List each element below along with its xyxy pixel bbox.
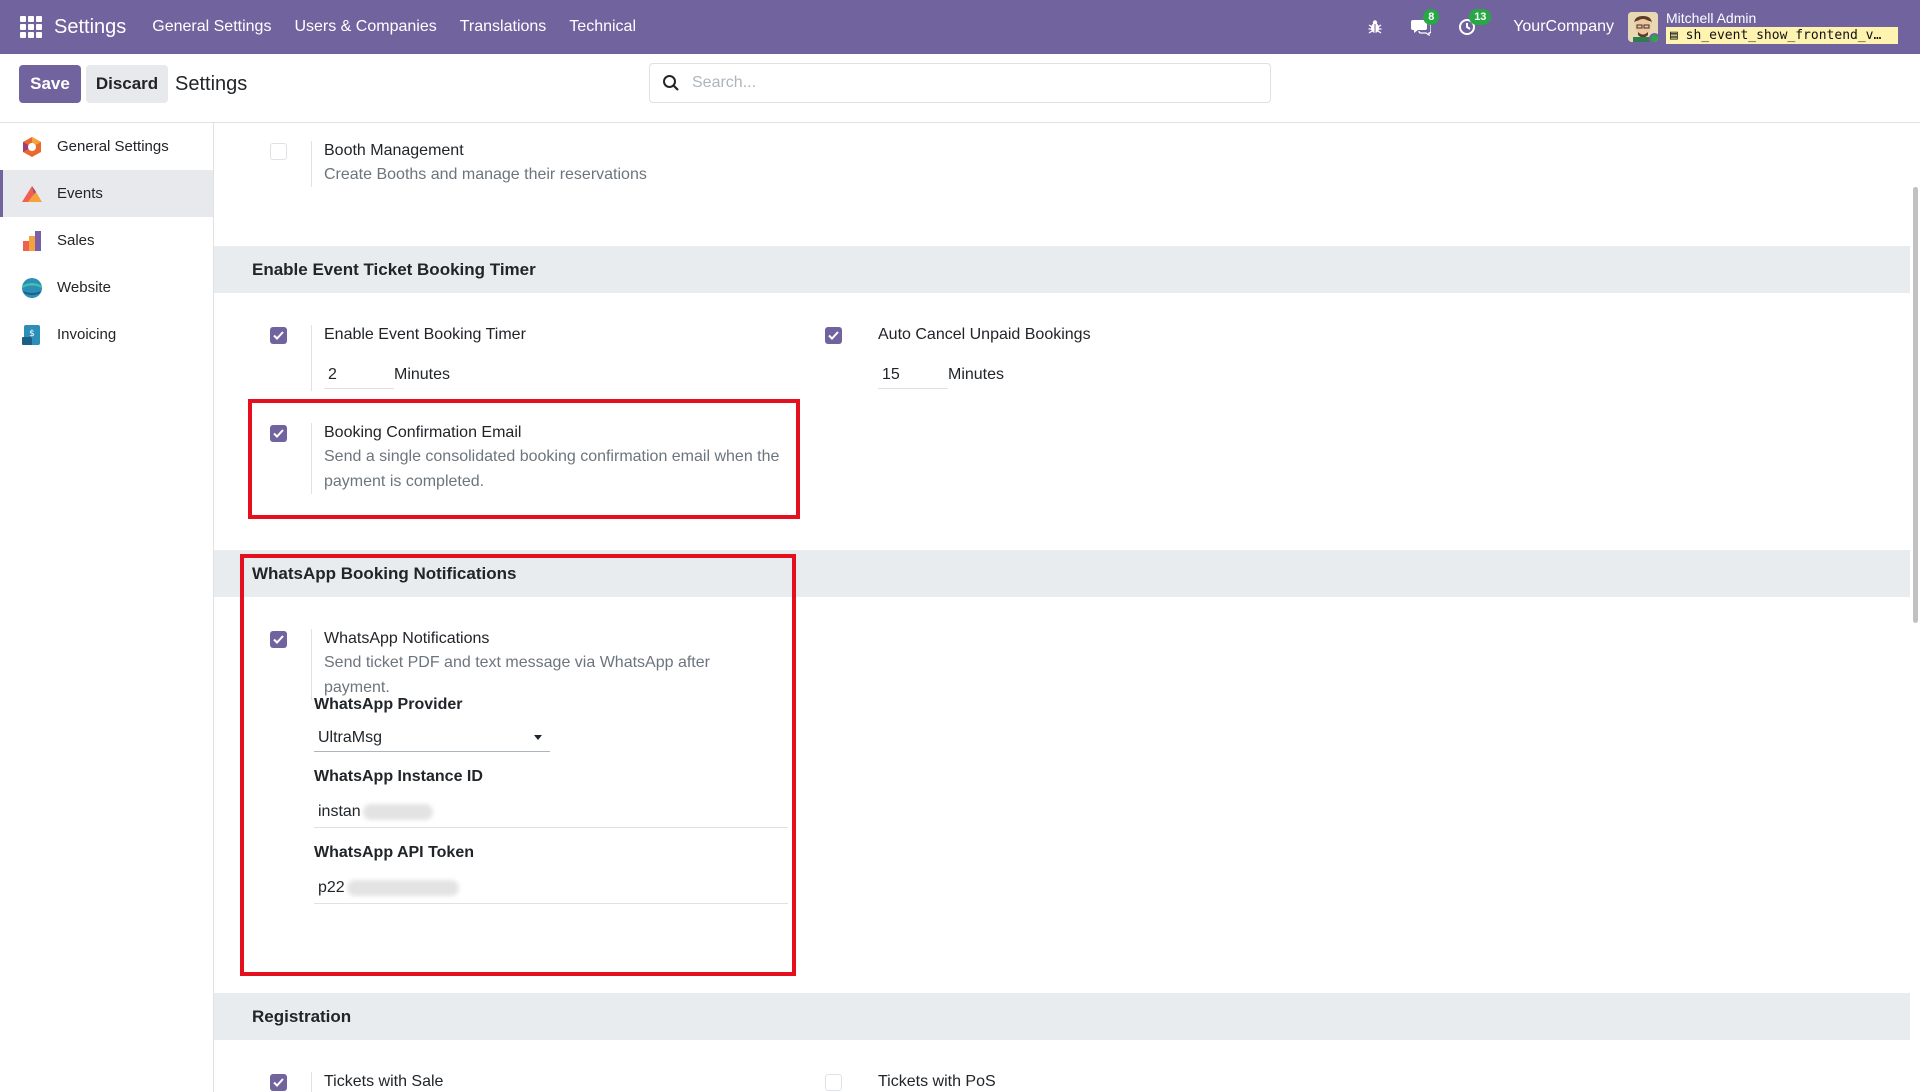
sidebar-item-sales[interactable]: Sales [0, 217, 213, 264]
auto-cancel-label: Auto Cancel Unpaid Bookings [878, 326, 1091, 343]
search-icon [663, 75, 679, 91]
section-header-booking-timer: Enable Event Ticket Booking Timer [214, 246, 1910, 293]
booking-timer-checkbox[interactable] [270, 327, 287, 344]
systray: 8 13 YourCompany Mitchell Admin ▤ sh_eve… [1341, 0, 1920, 54]
tickets-sale-checkbox[interactable] [270, 1074, 287, 1091]
setting-auto-cancel: Auto Cancel Unpaid Bookings Minutes [825, 325, 1091, 391]
booking-timer-unit: Minutes [394, 366, 451, 383]
messages-icon[interactable]: 8 [1409, 9, 1440, 39]
sidebar-item-label: General Settings [57, 138, 169, 155]
auto-cancel-unit: Minutes [948, 366, 1005, 383]
setting-tickets-sale: Tickets with Sale [270, 1072, 443, 1092]
control-panel: Save Discard Settings [0, 54, 1920, 123]
company-switcher[interactable]: YourCompany [1513, 18, 1614, 36]
menu-technical[interactable]: Technical [569, 18, 636, 36]
sidebar-item-label: Events [57, 185, 103, 202]
setting-booking-timer: Enable Event Booking Timer Minutes [270, 325, 526, 391]
tickets-pos-label: Tickets with PoS [878, 1073, 996, 1090]
settings-content: Booth Management Create Booths and manag… [214, 123, 1910, 1092]
booking-timer-label: Enable Event Booking Timer [324, 326, 526, 343]
user-menu[interactable]: Mitchell Admin ▤ sh_event_show_frontend_… [1666, 9, 1898, 44]
activities-clock-icon[interactable]: 13 [1455, 9, 1492, 39]
booth-management-checkbox[interactable] [270, 143, 287, 160]
booth-management-desc: Create Booths and manage their reservati… [324, 166, 647, 183]
odoo-icon [23, 136, 41, 157]
check-icon [828, 331, 839, 340]
sidebar-item-website[interactable]: Website [0, 264, 213, 311]
search-bar[interactable] [649, 63, 1271, 103]
database-icon: ▤ [1670, 27, 1686, 43]
sidebar-item-events[interactable]: Events [0, 170, 213, 217]
debug-bug-icon[interactable] [1363, 15, 1387, 39]
highlight-box-whatsapp [240, 554, 796, 976]
website-icon [22, 277, 42, 298]
discard-button[interactable]: Discard [86, 65, 168, 103]
setting-tickets-pos: Tickets with PoS [825, 1072, 996, 1092]
page-title: Settings [175, 73, 248, 95]
tickets-sale-label: Tickets with Sale [324, 1073, 444, 1090]
booth-management-label: Booth Management [324, 142, 464, 159]
save-button[interactable]: Save [19, 65, 81, 103]
sidebar-item-label: Website [57, 279, 111, 296]
svg-text:$: $ [29, 329, 35, 339]
sidebar-item-label: Sales [57, 232, 95, 249]
highlight-box-confirmation [248, 399, 800, 519]
top-navbar: Settings General Settings Users & Compan… [0, 0, 1920, 54]
menu-general-settings[interactable]: General Settings [152, 18, 271, 36]
main-menu: General Settings Users & Companies Trans… [152, 18, 636, 36]
apps-menu-icon[interactable] [20, 16, 42, 38]
booking-timer-minutes-input[interactable] [324, 361, 394, 389]
auto-cancel-checkbox[interactable] [825, 327, 842, 344]
scrollbar-thumb[interactable] [1913, 187, 1918, 623]
section-header-registration: Registration [214, 993, 1910, 1040]
menu-users-companies[interactable]: Users & Companies [294, 18, 436, 36]
check-icon [273, 1078, 284, 1087]
messages-count-badge: 8 [1423, 9, 1440, 25]
sales-icon [23, 230, 41, 251]
sidebar-item-invoicing[interactable]: $ Invoicing [0, 311, 213, 358]
activities-count-badge: 13 [1469, 9, 1492, 25]
auto-cancel-minutes-input[interactable] [878, 361, 948, 389]
database-name: ▤ sh_event_show_frontend_v… [1666, 26, 1898, 44]
tickets-pos-checkbox[interactable] [825, 1074, 842, 1091]
sidebar-item-label: Invoicing [57, 326, 117, 343]
setting-booth-management: Booth Management Create Booths and manag… [270, 141, 647, 187]
user-avatar[interactable] [1628, 12, 1658, 42]
user-name: Mitchell Admin [1666, 9, 1757, 26]
app-title[interactable]: Settings [54, 16, 126, 39]
events-icon [22, 185, 42, 202]
check-icon [273, 331, 284, 340]
search-input[interactable] [692, 74, 1252, 92]
sidebar-item-general-settings[interactable]: General Settings [0, 123, 213, 170]
settings-sidebar: General Settings Events Sales Website $ … [0, 123, 214, 1092]
menu-translations[interactable]: Translations [460, 18, 547, 36]
invoicing-icon: $ [22, 324, 40, 345]
